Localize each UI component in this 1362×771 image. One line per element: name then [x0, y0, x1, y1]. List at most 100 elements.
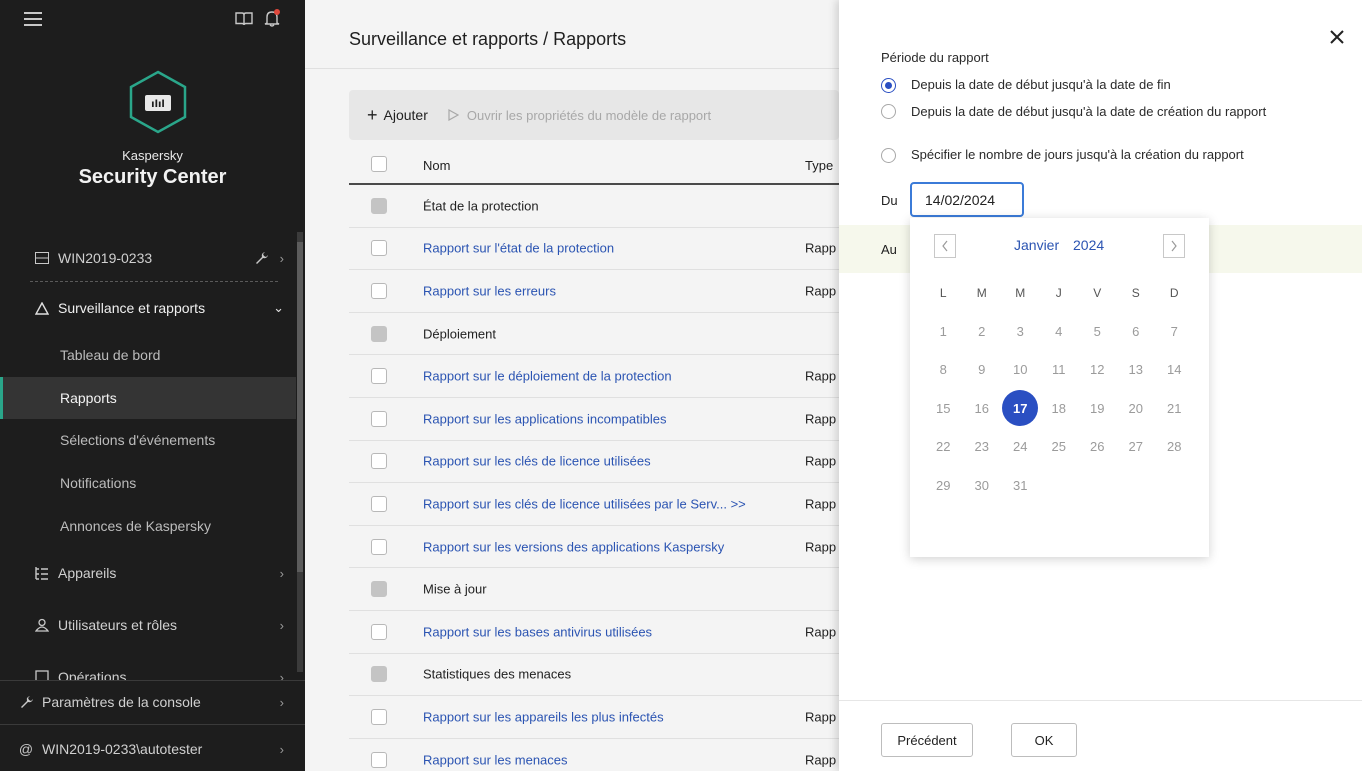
select-all-checkbox[interactable] [371, 156, 387, 172]
calendar-year[interactable]: 2024 [1073, 237, 1104, 253]
sidebar-item-server[interactable]: WIN2019-0233 › [0, 237, 296, 279]
table-group-row[interactable]: Statistiques des menaces [349, 654, 839, 697]
report-name-link[interactable]: Rapport sur le déploiement de la protect… [423, 369, 672, 384]
table-row[interactable]: Rapport sur l'état de la protection Rapp [349, 228, 839, 271]
radio-start-to-creation-label[interactable]: Depuis la date de début jusqu'à la date … [911, 104, 1271, 120]
table-row[interactable]: Rapport sur les clés de licence utilisée… [349, 483, 839, 526]
calendar-day[interactable]: 3 [1001, 312, 1040, 351]
calendar-day[interactable]: 15 [924, 389, 963, 428]
sidebar-sub-dashboard[interactable]: Tableau de bord [0, 334, 296, 376]
calendar-day[interactable]: 14 [1155, 351, 1194, 390]
sidebar-item-users[interactable]: Utilisateurs et rôles › [0, 604, 296, 646]
report-name-link[interactable]: Rapport sur l'état de la protection [423, 241, 614, 256]
calendar-next-month-button[interactable] [1163, 234, 1185, 258]
calendar-day[interactable]: 30 [963, 466, 1002, 505]
report-name-link[interactable]: Rapport sur les clés de licence utilisée… [423, 496, 746, 511]
table-row[interactable]: Rapport sur les appareils les plus infec… [349, 696, 839, 739]
calendar-day[interactable]: 20 [1117, 389, 1156, 428]
row-checkbox[interactable] [371, 538, 387, 555]
calendar-day[interactable]: 4 [1040, 312, 1079, 351]
table-row[interactable]: Rapport sur les erreurs Rapp [349, 270, 839, 313]
row-checkbox[interactable] [371, 325, 387, 342]
sidebar-item-operations[interactable]: Opérations › [0, 660, 296, 680]
row-checkbox[interactable] [371, 368, 387, 385]
table-row[interactable]: Rapport sur les applications incompatibl… [349, 398, 839, 441]
calendar-month[interactable]: Janvier [1014, 237, 1059, 253]
table-row[interactable]: Rapport sur le déploiement de la protect… [349, 355, 839, 398]
row-checkbox[interactable] [371, 240, 387, 257]
radio-start-to-end-label[interactable]: Depuis la date de début jusqu'à la date … [911, 77, 1171, 93]
calendar-day[interactable]: 5 [1078, 312, 1117, 351]
calendar-day[interactable]: 16 [963, 389, 1002, 428]
calendar-day[interactable]: 2 [963, 312, 1002, 351]
from-date-input[interactable] [910, 182, 1024, 217]
radio-start-to-creation[interactable] [881, 104, 896, 119]
sidebar-sub-event-selections[interactable]: Sélections d'événements [0, 419, 296, 461]
radio-days-until-creation[interactable] [881, 148, 896, 163]
calendar-prev-month-button[interactable] [934, 234, 956, 258]
report-name-link[interactable]: Rapport sur les applications incompatibl… [423, 411, 667, 426]
sidebar-item-account[interactable]: @ WIN2019-0233\autotester › [0, 728, 296, 770]
table-group-row[interactable]: État de la protection [349, 185, 839, 228]
table-group-row[interactable]: Mise à jour [349, 568, 839, 611]
calendar-day[interactable]: 21 [1155, 389, 1194, 428]
report-name-link[interactable]: Rapport sur les clés de licence utilisée… [423, 454, 651, 469]
row-checkbox[interactable] [371, 666, 387, 683]
calendar-day[interactable]: 1 [924, 312, 963, 351]
table-group-row[interactable]: Déploiement [349, 313, 839, 356]
sidebar-item-monitoring[interactable]: Surveillance et rapports ⌄ [0, 287, 296, 329]
book-icon[interactable] [234, 10, 254, 28]
radio-days-until-creation-label[interactable]: Spécifier le nombre de jours jusqu'à la … [911, 147, 1244, 163]
sidebar-sub-announcements[interactable]: Annonces de Kaspersky [0, 505, 296, 547]
row-checkbox[interactable] [371, 581, 387, 598]
calendar-day[interactable]: 31 [1001, 466, 1040, 505]
sidebar-sub-notifications[interactable]: Notifications [0, 462, 296, 504]
ok-button[interactable]: OK [1011, 723, 1077, 757]
sidebar-item-operations-clipped[interactable]: Opérations › [0, 660, 296, 680]
calendar-day[interactable]: 7 [1155, 312, 1194, 351]
calendar-day[interactable]: 10 [1001, 351, 1040, 390]
table-row[interactable]: Rapport sur les menaces Rapp [349, 739, 839, 771]
calendar-day[interactable]: 22 [924, 428, 963, 467]
calendar-day[interactable]: 12 [1078, 351, 1117, 390]
report-name-link[interactable]: Rapport sur les appareils les plus infec… [423, 709, 664, 724]
calendar-day-selected[interactable]: 17 [1001, 389, 1040, 428]
calendar-day[interactable]: 8 [924, 351, 963, 390]
calendar-day[interactable]: 13 [1117, 351, 1156, 390]
row-checkbox[interactable] [371, 410, 387, 427]
calendar-day[interactable]: 26 [1078, 428, 1117, 467]
row-checkbox[interactable] [371, 708, 387, 725]
calendar-day[interactable]: 28 [1155, 428, 1194, 467]
row-checkbox[interactable] [371, 282, 387, 299]
sidebar-item-console-settings[interactable]: Paramètres de la console › [0, 681, 296, 723]
row-checkbox[interactable] [371, 453, 387, 470]
sidebar-scrollbar[interactable] [297, 232, 303, 672]
calendar-day[interactable]: 27 [1117, 428, 1156, 467]
report-name-link[interactable]: Rapport sur les versions des application… [423, 539, 724, 554]
calendar-day[interactable]: 23 [963, 428, 1002, 467]
calendar-day[interactable]: 6 [1117, 312, 1156, 351]
sidebar-item-devices[interactable]: Appareils › [0, 552, 296, 594]
table-row[interactable]: Rapport sur les versions des application… [349, 526, 839, 569]
sidebar-sub-reports[interactable]: Rapports [0, 377, 296, 419]
calendar-day[interactable]: 11 [1040, 351, 1079, 390]
row-checkbox[interactable] [371, 751, 387, 768]
table-row[interactable]: Rapport sur les bases antivirus utilisée… [349, 611, 839, 654]
report-name-link[interactable]: Rapport sur les bases antivirus utilisée… [423, 624, 652, 639]
row-checkbox[interactable] [371, 623, 387, 640]
row-checkbox[interactable] [371, 495, 387, 512]
calendar-day[interactable]: 18 [1040, 389, 1079, 428]
radio-start-to-end[interactable] [881, 78, 896, 93]
close-icon[interactable] [1326, 26, 1348, 48]
report-name-link[interactable]: Rapport sur les menaces [423, 752, 568, 767]
column-header-type[interactable]: Type [805, 158, 833, 173]
calendar-day[interactable]: 19 [1078, 389, 1117, 428]
calendar-day[interactable]: 29 [924, 466, 963, 505]
table-row[interactable]: Rapport sur les clés de licence utilisée… [349, 441, 839, 484]
hamburger-menu-icon[interactable] [24, 12, 42, 26]
bell-icon[interactable] [262, 8, 282, 28]
sidebar-scrollbar-thumb[interactable] [297, 242, 303, 572]
calendar-day[interactable]: 24 [1001, 428, 1040, 467]
open-template-properties-button[interactable]: Ouvrir les propriétés du modèle de rappo… [448, 108, 711, 123]
previous-button[interactable]: Précédent [881, 723, 973, 757]
